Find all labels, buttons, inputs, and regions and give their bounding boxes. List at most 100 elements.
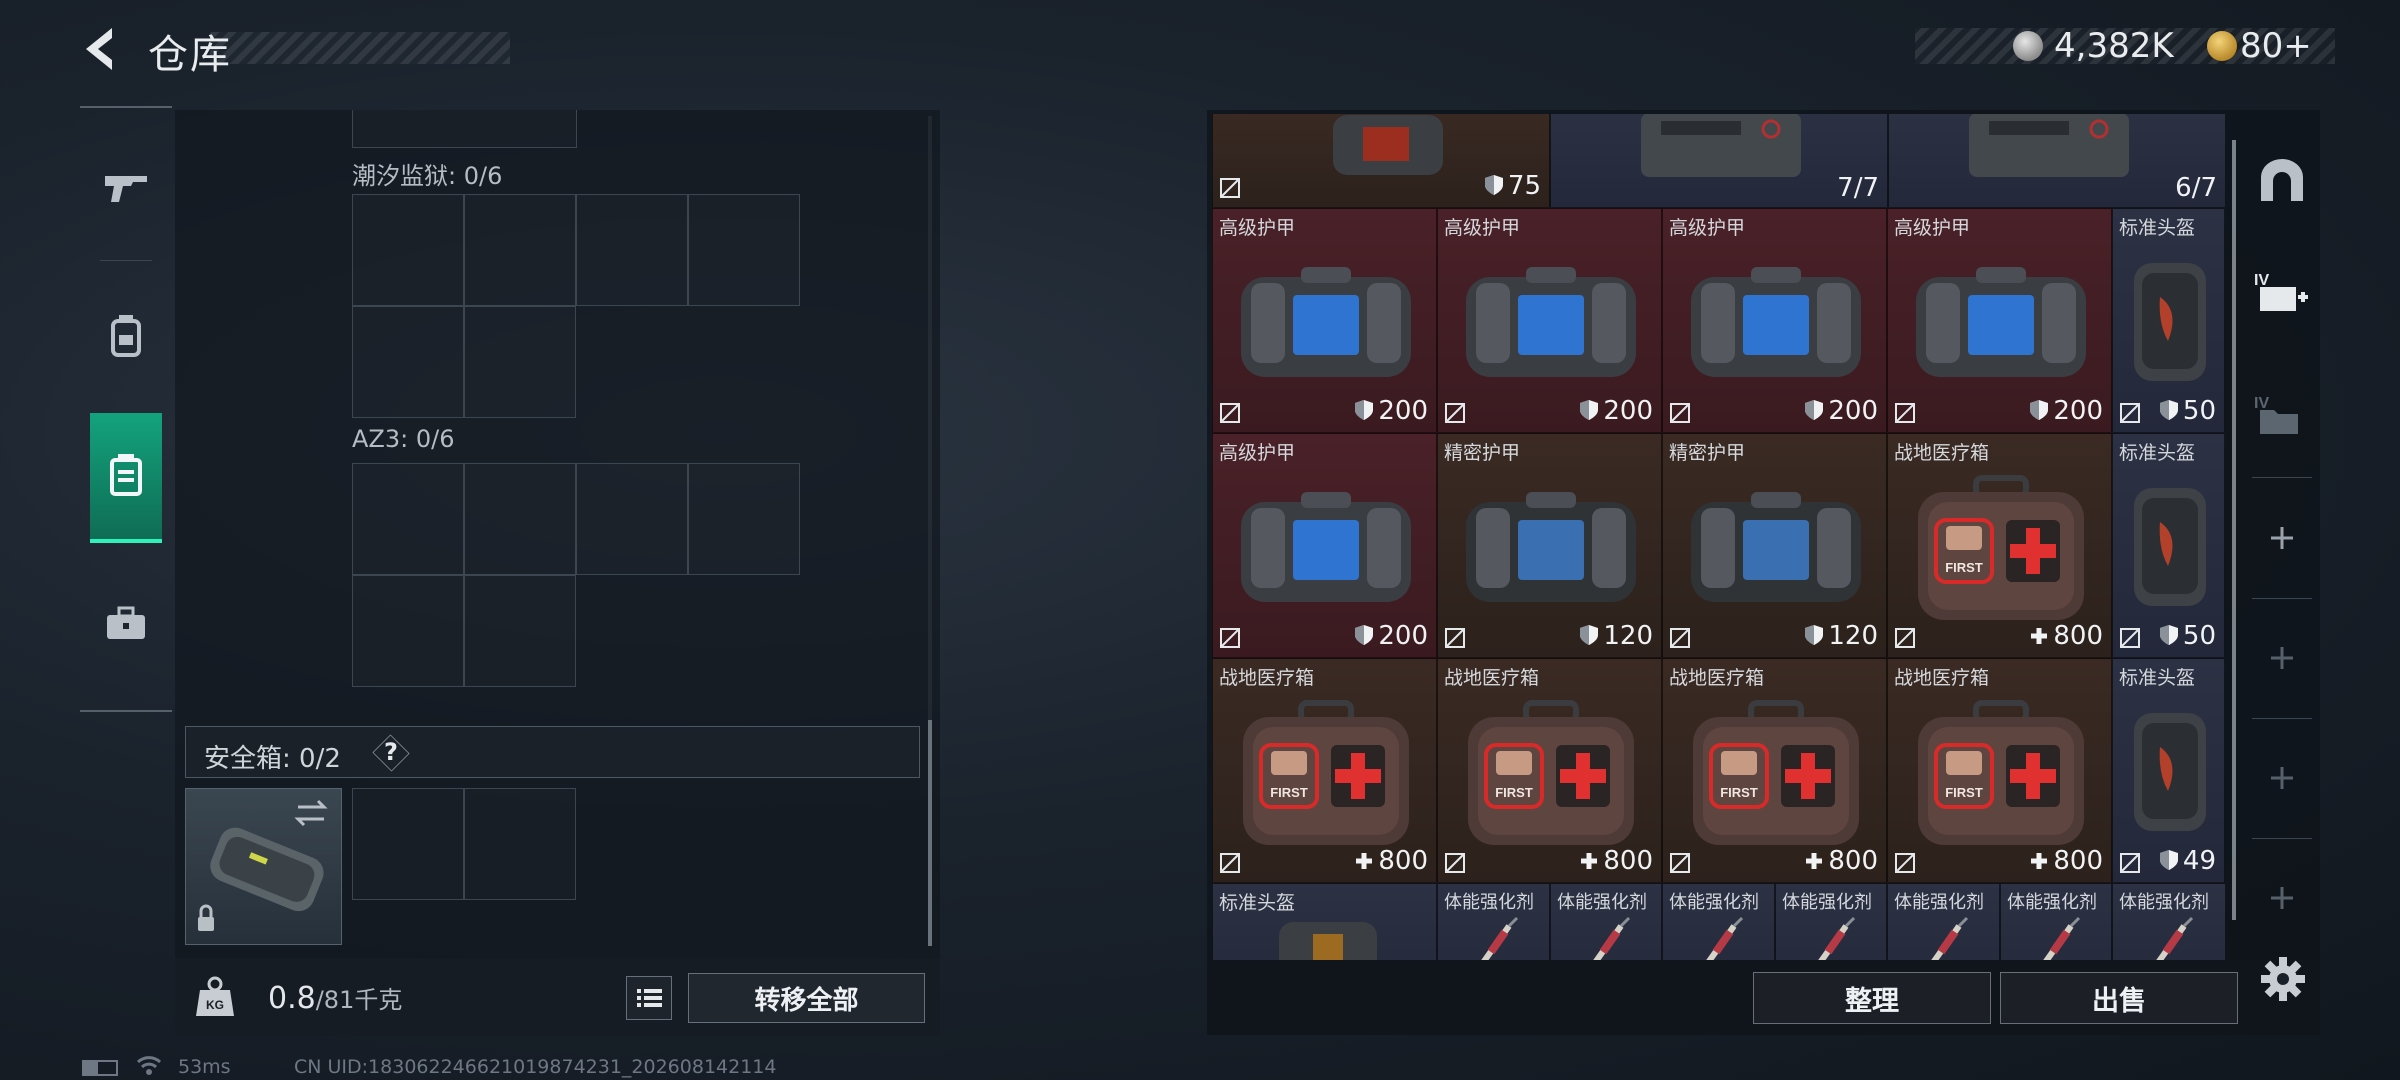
gold-amount[interactable]: 80+ bbox=[2240, 26, 2312, 66]
add-storage-button[interactable] bbox=[2252, 868, 2312, 928]
inventory-item[interactable]: FIRST 战地医疗箱 800 bbox=[1887, 433, 2112, 658]
empty-slot[interactable] bbox=[576, 463, 688, 575]
storage-iv-folder-button[interactable]: IV bbox=[2252, 385, 2312, 445]
back-button[interactable] bbox=[78, 24, 122, 74]
stimulant-icon bbox=[2156, 916, 2194, 960]
inventory-item[interactable]: 体能强化剂 bbox=[1887, 883, 2000, 960]
no-sell-icon bbox=[1445, 853, 1465, 873]
item-name: 体能强化剂 bbox=[1782, 892, 1872, 913]
item-value-number: 200 bbox=[1378, 396, 1428, 426]
inventory-item[interactable]: 高级护甲 200 bbox=[1662, 208, 1887, 433]
add-storage-button[interactable] bbox=[2252, 508, 2312, 568]
inventory-item[interactable]: 6/7 bbox=[1888, 114, 2226, 208]
transfer-all-button[interactable]: 转移全部 bbox=[688, 973, 925, 1023]
no-sell-icon bbox=[1895, 628, 1915, 648]
safe-box-label: 安全箱: 0/2 bbox=[204, 744, 341, 774]
category-backpack[interactable] bbox=[90, 272, 162, 402]
container-icon bbox=[108, 452, 144, 500]
silver-coin-icon bbox=[2013, 31, 2043, 61]
inventory-item[interactable]: 体能强化剂 bbox=[1662, 883, 1775, 960]
item-value-number: 800 bbox=[2053, 846, 2103, 876]
item-value-number: 200 bbox=[2053, 396, 2103, 426]
medkit-icon: FIRST bbox=[1917, 700, 2084, 845]
item-name: 战地医疗箱 bbox=[1219, 667, 1315, 689]
empty-slot[interactable] bbox=[352, 306, 464, 418]
inventory-item[interactable]: 标准头盔 49 bbox=[2112, 658, 2225, 883]
inventory-item[interactable]: 7/7 bbox=[1550, 114, 1888, 208]
item-name: 体能强化剂 bbox=[1894, 892, 1984, 913]
item-name: 高级护甲 bbox=[1219, 442, 1296, 464]
category-weapon[interactable] bbox=[90, 124, 162, 254]
empty-slot[interactable] bbox=[352, 575, 464, 687]
empty-slot[interactable] bbox=[464, 575, 576, 687]
inventory-item[interactable]: 精密护甲 120 bbox=[1662, 433, 1887, 658]
warehouse-grid: 75 7/7 6/7 高级护甲 200 高级护甲 200 高级护甲 200 高级护甲 200 标… bbox=[1212, 114, 2226, 960]
empty-slot[interactable] bbox=[464, 306, 576, 418]
inventory-item[interactable]: 高级护甲 200 bbox=[1212, 208, 1437, 433]
left-scrollbar-thumb[interactable] bbox=[928, 720, 932, 946]
plus-icon bbox=[1354, 848, 1374, 878]
empty-slot[interactable] bbox=[464, 463, 576, 575]
item-value: 200 bbox=[1354, 396, 1428, 428]
storage-tab-button[interactable] bbox=[2252, 150, 2312, 210]
list-view-button[interactable] bbox=[626, 976, 672, 1020]
sell-button[interactable]: 出售 bbox=[2000, 972, 2238, 1024]
empty-slot[interactable] bbox=[464, 788, 576, 900]
medical-case-icon bbox=[1969, 114, 2129, 177]
right-scrollbar[interactable] bbox=[2232, 140, 2236, 920]
organize-button[interactable]: 整理 bbox=[1753, 972, 1991, 1024]
inventory-item[interactable]: 体能强化剂 bbox=[1775, 883, 1887, 960]
ping-readout: 53ms bbox=[178, 1056, 231, 1078]
inventory-item[interactable]: 标准头盔 50 bbox=[2112, 433, 2225, 658]
armor-icon bbox=[1240, 492, 1411, 602]
empty-slot[interactable] bbox=[352, 110, 577, 148]
help-icon[interactable]: ? bbox=[384, 738, 398, 766]
inventory-item[interactable]: FIRST 战地医疗箱 800 bbox=[1212, 658, 1437, 883]
empty-slot[interactable] bbox=[352, 194, 464, 306]
category-case[interactable] bbox=[90, 560, 162, 690]
inventory-item[interactable]: 标准头盔 bbox=[1212, 883, 1437, 960]
svg-text:FIRST: FIRST bbox=[1945, 785, 1983, 800]
inventory-item[interactable]: FIRST 战地医疗箱 800 bbox=[1662, 658, 1887, 883]
inventory-item[interactable]: 体能强化剂 bbox=[1437, 883, 1550, 960]
inventory-item[interactable]: 标准头盔 50 bbox=[2112, 208, 2225, 433]
silver-amount: 4,382K bbox=[2054, 26, 2174, 66]
rail-divider bbox=[2252, 477, 2312, 478]
item-count: 6/7 bbox=[2175, 173, 2217, 203]
item-value: 200 bbox=[1354, 621, 1428, 653]
stimulant-icon bbox=[1480, 916, 1518, 960]
empty-slot[interactable] bbox=[688, 194, 800, 306]
empty-slot[interactable] bbox=[688, 463, 800, 575]
inventory-item[interactable]: 高级护甲 200 bbox=[1212, 433, 1437, 658]
inventory-item[interactable]: 体能强化剂 bbox=[2000, 883, 2112, 960]
no-sell-icon bbox=[1670, 403, 1690, 423]
no-sell-icon bbox=[1220, 853, 1240, 873]
armor-icon bbox=[1690, 492, 1861, 602]
uid-text: CN UID:1830622466210198742​31_2026081421… bbox=[294, 1056, 777, 1078]
item-value-number: 200 bbox=[1828, 396, 1878, 426]
inventory-item[interactable]: 高级护甲 200 bbox=[1437, 208, 1662, 433]
item-value: 50 bbox=[2159, 621, 2216, 653]
shield-icon bbox=[1579, 623, 1599, 653]
settings-button[interactable] bbox=[2256, 952, 2310, 1006]
empty-slot[interactable] bbox=[352, 463, 464, 575]
inventory-item[interactable]: 75 bbox=[1212, 114, 1550, 208]
item-name: 体能强化剂 bbox=[1557, 892, 1647, 913]
no-sell-icon bbox=[1670, 853, 1690, 873]
inventory-item[interactable]: 精密护甲 120 bbox=[1437, 433, 1662, 658]
expand-storage-iv-button[interactable]: IV bbox=[2252, 262, 2312, 322]
inventory-item[interactable]: FIRST 战地医疗箱 800 bbox=[1887, 658, 2112, 883]
add-storage-button[interactable] bbox=[2252, 748, 2312, 808]
add-storage-button[interactable] bbox=[2252, 628, 2312, 688]
item-name: 高级护甲 bbox=[1669, 217, 1746, 239]
empty-slot[interactable] bbox=[464, 194, 576, 306]
inventory-item[interactable]: FIRST 战地医疗箱 800 bbox=[1437, 658, 1662, 883]
empty-slot[interactable] bbox=[352, 788, 464, 900]
empty-slot[interactable] bbox=[576, 194, 688, 306]
inventory-item[interactable]: 高级护甲 200 bbox=[1887, 208, 2112, 433]
inventory-item[interactable]: 体能强化剂 bbox=[2112, 883, 2226, 960]
safe-box-slot[interactable] bbox=[185, 788, 342, 945]
item-value-number: 800 bbox=[2053, 621, 2103, 651]
category-container[interactable] bbox=[90, 413, 162, 543]
inventory-item[interactable]: 体能强化剂 bbox=[1550, 883, 1662, 960]
